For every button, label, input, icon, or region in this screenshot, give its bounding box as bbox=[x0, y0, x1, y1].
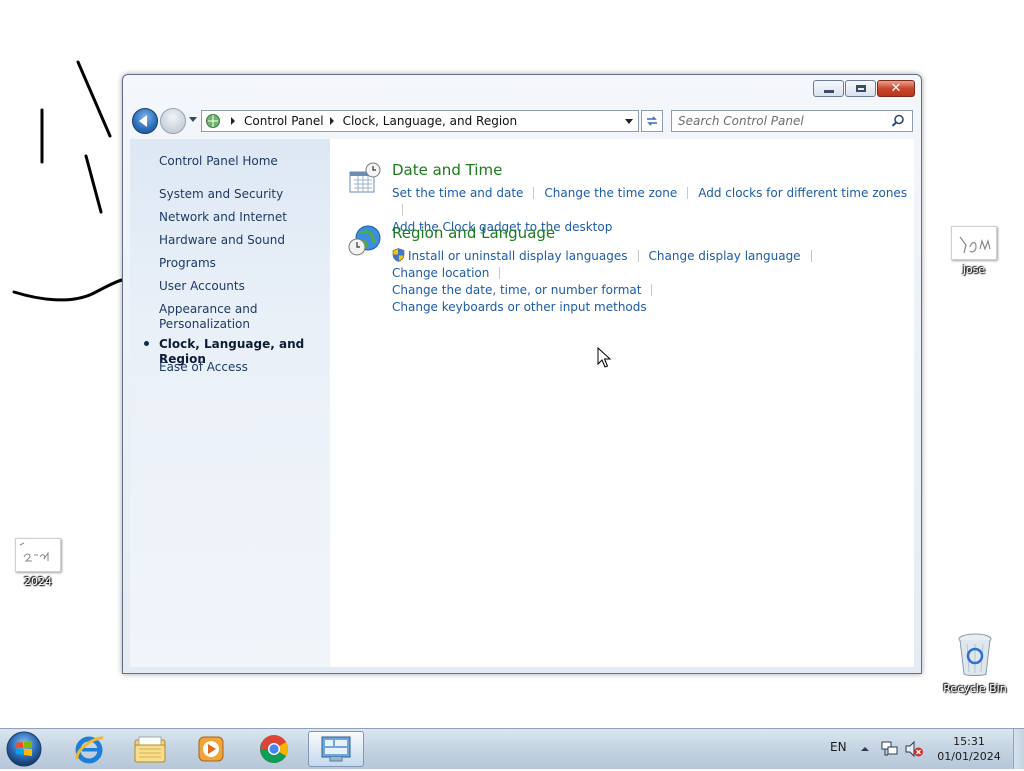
separator bbox=[651, 284, 653, 296]
control-panel-icon bbox=[321, 736, 351, 762]
category-title[interactable]: Region and Language bbox=[392, 224, 555, 242]
breadcrumb-arrow-icon[interactable] bbox=[329, 117, 334, 125]
sidebar-item-ease-of-access[interactable]: Ease of Access bbox=[159, 360, 248, 375]
sidebar-item-hardware-and-sound[interactable]: Hardware and Sound bbox=[159, 233, 285, 248]
clock-date: 01/01/2024 bbox=[937, 750, 1001, 763]
desktop-icon-label: jose bbox=[962, 263, 986, 276]
task-link-change-location[interactable]: Change location bbox=[392, 266, 489, 280]
desktop-icon-label: 2024 bbox=[24, 575, 52, 588]
back-button[interactable] bbox=[132, 108, 158, 134]
task-link-install-display-languages[interactable]: Install or uninstall display languages bbox=[408, 249, 628, 263]
taskbar-chrome[interactable] bbox=[246, 731, 302, 767]
refresh-button[interactable] bbox=[641, 110, 663, 132]
maximize-button[interactable] bbox=[845, 80, 876, 97]
network-icon[interactable] bbox=[880, 740, 900, 758]
desktop-icon-recycle-bin[interactable]: Recycle Bin bbox=[937, 632, 1013, 695]
windows-explorer-icon bbox=[134, 736, 166, 763]
task-link-add-clocks[interactable]: Add clocks for different time zones bbox=[698, 186, 907, 200]
taskbar-media-player[interactable] bbox=[183, 731, 239, 767]
breadcrumb-current[interactable]: Clock, Language, and Region bbox=[343, 114, 518, 128]
desktop-icon-label: Recycle Bin bbox=[943, 682, 1007, 695]
minimize-button[interactable] bbox=[813, 80, 844, 97]
control-panel-icon bbox=[206, 114, 220, 128]
breadcrumb-control-panel[interactable]: Control Panel bbox=[244, 114, 324, 128]
separator bbox=[402, 204, 403, 216]
media-player-icon bbox=[198, 736, 224, 762]
clock-calendar-icon[interactable] bbox=[348, 161, 382, 195]
show-desktop-button[interactable] bbox=[1013, 729, 1024, 769]
search-box[interactable] bbox=[671, 110, 913, 132]
refresh-icon bbox=[647, 116, 657, 126]
sidebar-item-user-accounts[interactable]: User Accounts bbox=[159, 279, 245, 294]
address-bar[interactable]: Control Panel Clock, Language, and Regio… bbox=[201, 110, 639, 132]
mouse-cursor-icon bbox=[597, 347, 611, 368]
language-indicator[interactable]: EN bbox=[830, 740, 847, 754]
show-hidden-icons-icon[interactable] bbox=[860, 744, 870, 754]
task-link-change-keyboards[interactable]: Change keyboards or other input methods bbox=[392, 300, 647, 314]
separator bbox=[499, 267, 501, 279]
task-link-change-date-time-number-format[interactable]: Change the date, time, or number format bbox=[392, 283, 641, 297]
navigation-bar: Control Panel Clock, Language, and Regio… bbox=[129, 106, 915, 136]
maximize-icon bbox=[855, 85, 866, 92]
taskbar-windows-explorer[interactable] bbox=[122, 731, 178, 767]
close-icon: ✕ bbox=[890, 81, 902, 96]
taskbar: EN 15:31 01/01/2024 bbox=[0, 728, 1024, 769]
sidebar: Control Panel Home System and Security N… bbox=[130, 139, 330, 667]
search-input[interactable] bbox=[672, 113, 885, 129]
search-icon[interactable] bbox=[891, 114, 905, 128]
windows-start-orb-icon bbox=[6, 731, 42, 767]
sidebar-item-network-and-internet[interactable]: Network and Internet bbox=[159, 210, 287, 225]
title-bar[interactable]: ✕ bbox=[123, 75, 921, 105]
task-list: Install or uninstall display languages Ch… bbox=[392, 248, 912, 316]
task-link-change-time-zone[interactable]: Change the time zone bbox=[544, 186, 677, 200]
handwriting-thumbnail-icon bbox=[15, 538, 61, 572]
control-panel-window: ✕ Control Panel Clock, Language, and Reg… bbox=[122, 74, 922, 674]
taskbar-control-panel[interactable] bbox=[308, 731, 364, 767]
desktop-icon-user[interactable]: jose bbox=[936, 226, 1012, 276]
forward-button[interactable] bbox=[160, 108, 186, 134]
system-clock[interactable]: 15:31 01/01/2024 bbox=[930, 734, 1008, 764]
sidebar-item-control-panel-home[interactable]: Control Panel Home bbox=[159, 154, 278, 169]
separator bbox=[533, 187, 535, 199]
main-content: Date and Time Set the time and date Chang… bbox=[330, 139, 914, 667]
start-button[interactable] bbox=[4, 730, 44, 768]
close-button[interactable]: ✕ bbox=[877, 80, 915, 97]
internet-explorer-icon bbox=[75, 736, 104, 764]
current-item-bullet-icon bbox=[144, 341, 149, 346]
globe-clock-icon[interactable] bbox=[348, 224, 382, 258]
volume-muted-icon[interactable] bbox=[904, 740, 924, 758]
clock-time: 15:31 bbox=[953, 735, 985, 748]
task-link-set-time-and-date[interactable]: Set the time and date bbox=[392, 186, 523, 200]
separator bbox=[637, 250, 639, 262]
handwriting-thumbnail-icon bbox=[951, 226, 997, 260]
sidebar-item-programs[interactable]: Programs bbox=[159, 256, 216, 271]
sidebar-item-system-and-security[interactable]: System and Security bbox=[159, 187, 283, 202]
taskbar-internet-explorer[interactable] bbox=[61, 731, 117, 767]
task-link-change-display-language[interactable]: Change display language bbox=[649, 249, 801, 263]
recycle-bin-icon bbox=[955, 632, 995, 678]
breadcrumb-arrow-icon[interactable] bbox=[231, 117, 235, 125]
recent-pages-dropdown-icon[interactable] bbox=[189, 117, 197, 122]
chrome-icon bbox=[260, 735, 288, 763]
desktop-icon-2024[interactable]: 2024 bbox=[0, 538, 76, 588]
sidebar-item-appearance-and-personalization[interactable]: Appearance and Personalization bbox=[159, 302, 269, 332]
uac-shield-icon bbox=[392, 248, 405, 262]
separator bbox=[687, 187, 689, 199]
separator bbox=[810, 250, 812, 262]
minimize-icon bbox=[823, 89, 834, 93]
category-title[interactable]: Date and Time bbox=[392, 161, 502, 179]
address-dropdown-icon[interactable] bbox=[620, 111, 638, 131]
window-controls: ✕ bbox=[813, 80, 915, 97]
